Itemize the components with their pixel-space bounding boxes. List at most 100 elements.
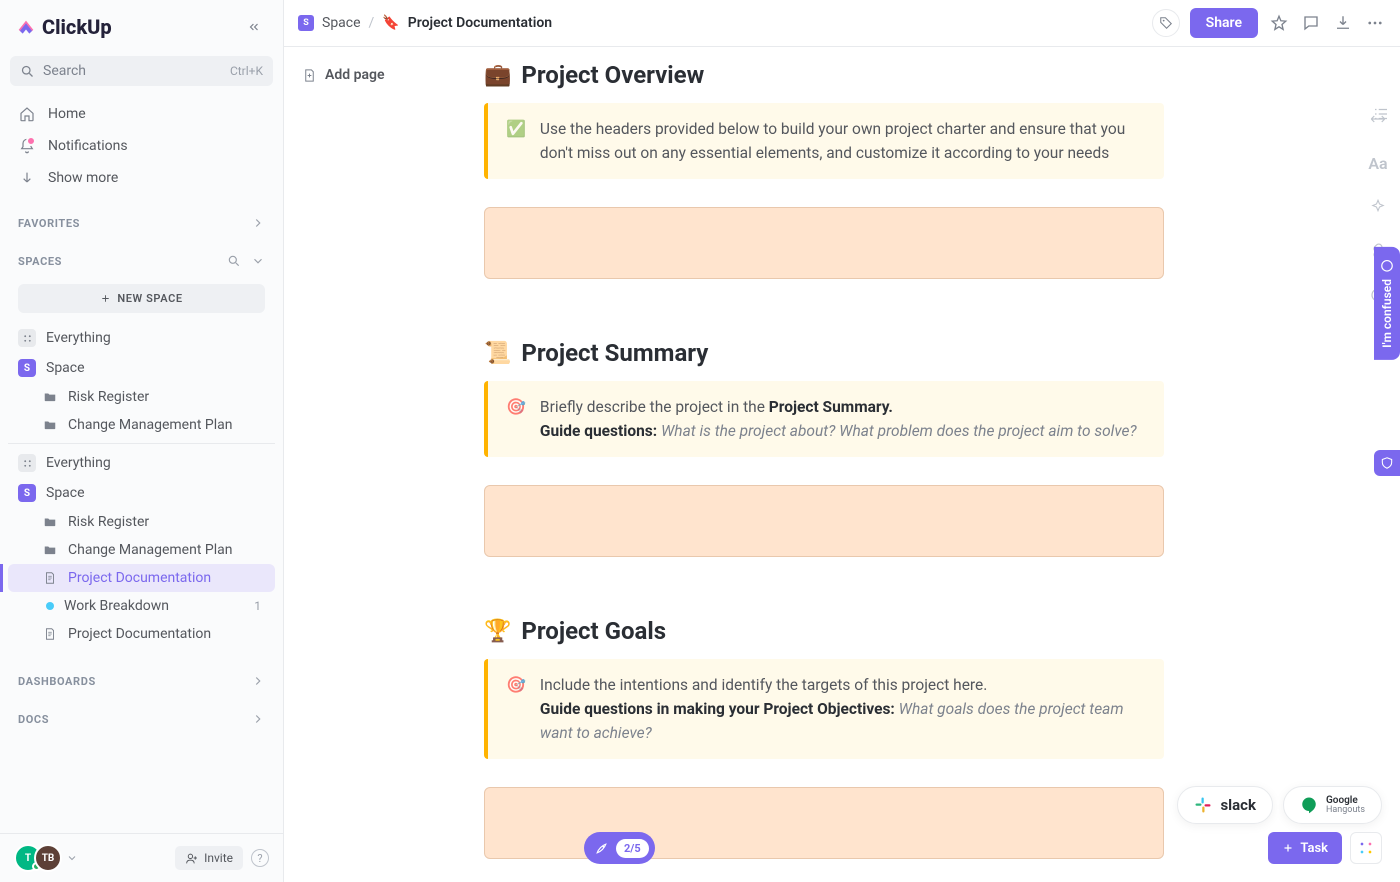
folder-icon: [42, 514, 58, 530]
dashboards-label: DASHBOARDS: [18, 675, 96, 688]
main: S Space / 🔖 Project Documentation Share …: [284, 0, 1400, 882]
heading-goals[interactable]: 🏆 Project Goals: [484, 617, 1164, 645]
nav-home[interactable]: Home: [8, 98, 275, 130]
search-placeholder: Search: [43, 63, 230, 79]
help-button[interactable]: ?: [251, 849, 269, 867]
star-icon: [1270, 14, 1288, 32]
rocket-icon: [590, 837, 612, 859]
tree-change-mgmt[interactable]: Change Management Plan: [8, 411, 275, 439]
hangouts-chip[interactable]: GoogleHangouts: [1283, 786, 1382, 824]
content-placeholder[interactable]: [484, 485, 1164, 557]
nav-show-more[interactable]: Show more: [8, 162, 275, 194]
tree-label: Space: [46, 360, 85, 376]
ai-button[interactable]: [1367, 196, 1389, 218]
chevron-down-icon[interactable]: [251, 254, 265, 268]
comment-button[interactable]: [1300, 12, 1322, 34]
star-button[interactable]: [1268, 12, 1290, 34]
share-button[interactable]: Share: [1190, 8, 1258, 38]
download-button[interactable]: [1332, 12, 1354, 34]
font-button[interactable]: Aa: [1367, 152, 1389, 174]
collapse-sidebar-button[interactable]: [241, 14, 267, 40]
nav-show-more-label: Show more: [48, 170, 118, 186]
add-page-label: Add page: [325, 67, 384, 83]
tree-label: Everything: [46, 330, 111, 346]
tree-label: Project Documentation: [68, 626, 211, 642]
chevron-down-icon[interactable]: [66, 852, 78, 864]
avatar[interactable]: TB: [34, 844, 62, 872]
home-icon: [18, 105, 36, 123]
search-icon: [20, 64, 35, 79]
tree-label: Change Management Plan: [68, 417, 232, 433]
new-space-button[interactable]: NEW SPACE: [18, 284, 265, 313]
tree-risk-register-2[interactable]: Risk Register: [8, 508, 275, 536]
tree-project-doc-2[interactable]: Project Documentation: [8, 620, 275, 648]
search-icon[interactable]: [227, 254, 241, 268]
brand-text: ClickUp: [42, 15, 112, 39]
sidebar: ClickUp Search Ctrl+K Home Notifications…: [0, 0, 284, 882]
tree-change-mgmt-2[interactable]: Change Management Plan: [8, 536, 275, 564]
section-favorites[interactable]: FAVORITES: [0, 198, 283, 236]
tree-label: Risk Register: [68, 389, 149, 405]
tree-project-doc-active[interactable]: Project Documentation: [8, 564, 275, 592]
user-avatars[interactable]: T TB: [14, 844, 78, 872]
crumb-space[interactable]: Space: [322, 15, 361, 31]
document-body[interactable]: 💼 Project Overview ✅ Use the headers pro…: [484, 61, 1204, 859]
tree-label: Space: [46, 485, 85, 501]
nav-notifications[interactable]: Notifications: [8, 130, 275, 162]
search-input[interactable]: Search Ctrl+K: [10, 56, 273, 86]
tree-label: Project Documentation: [68, 570, 211, 586]
heading-overview[interactable]: 💼 Project Overview: [484, 61, 1164, 89]
slack-label: slack: [1220, 796, 1256, 814]
more-button[interactable]: [1364, 12, 1386, 34]
notification-badge: [26, 136, 36, 146]
tag-button[interactable]: [1152, 9, 1180, 37]
width-toggle[interactable]: [1367, 108, 1389, 130]
space-icon: S: [18, 484, 36, 502]
arrows-horizontal-icon: [1369, 110, 1387, 128]
callout-overview[interactable]: ✅ Use the headers provided below to buil…: [484, 103, 1164, 179]
logo[interactable]: ClickUp: [16, 15, 112, 39]
onboarding-pill[interactable]: 2/5: [584, 832, 655, 864]
tree-risk-register[interactable]: Risk Register: [8, 383, 275, 411]
add-page-button[interactable]: Add page: [294, 61, 473, 89]
im-confused-button[interactable]: I'm confused: [1374, 247, 1400, 360]
clickup-logo-icon: [16, 17, 36, 37]
space-icon: S: [18, 359, 36, 377]
heading-summary[interactable]: 📜 Project Summary: [484, 339, 1164, 367]
section-dashboards[interactable]: DASHBOARDS: [0, 656, 283, 694]
heading-text: Project Overview: [521, 61, 704, 89]
privacy-button[interactable]: [1374, 450, 1400, 476]
content-placeholder[interactable]: [484, 207, 1164, 279]
tree-everything[interactable]: Everything: [8, 323, 275, 353]
tree-everything-2[interactable]: Everything: [8, 448, 275, 478]
plus-icon: [100, 293, 111, 304]
section-spaces[interactable]: SPACES: [0, 236, 283, 274]
slack-chip[interactable]: slack: [1177, 786, 1273, 824]
docs-label: DOCS: [18, 713, 49, 726]
callout-goals[interactable]: 🎯 Include the intentions and identify th…: [484, 659, 1164, 759]
shield-icon: [1380, 456, 1394, 470]
tree-space-2[interactable]: S Space: [8, 478, 275, 508]
section-docs[interactable]: DOCS: [0, 694, 283, 732]
everything-icon: [18, 329, 36, 347]
apps-button[interactable]: [1350, 832, 1382, 864]
scroll-emoji-icon: 📜: [484, 341, 511, 366]
target-emoji-icon: 🎯: [506, 673, 526, 745]
comment-icon: [1302, 14, 1320, 32]
invite-label: Invite: [204, 851, 233, 865]
chevron-right-icon: [251, 216, 265, 230]
crumb-doc[interactable]: Project Documentation: [408, 15, 552, 31]
tree-work-breakdown[interactable]: Work Breakdown 1: [8, 592, 275, 620]
page-outline: Add page: [284, 47, 484, 882]
new-task-button[interactable]: Task: [1268, 832, 1342, 864]
invite-button[interactable]: Invite: [175, 846, 243, 870]
tag-icon: [1159, 16, 1173, 30]
user-plus-icon: [185, 852, 198, 865]
callout-summary[interactable]: 🎯 Briefly describe the project in the Pr…: [484, 381, 1164, 457]
target-emoji-icon: 🎯: [506, 395, 526, 443]
chevron-double-left-icon: [247, 20, 261, 34]
tree-space[interactable]: S Space: [8, 353, 275, 383]
status-dot-icon: [46, 602, 54, 610]
breadcrumb: S Space / 🔖 Project Documentation: [298, 15, 552, 31]
folder-icon: [42, 542, 58, 558]
